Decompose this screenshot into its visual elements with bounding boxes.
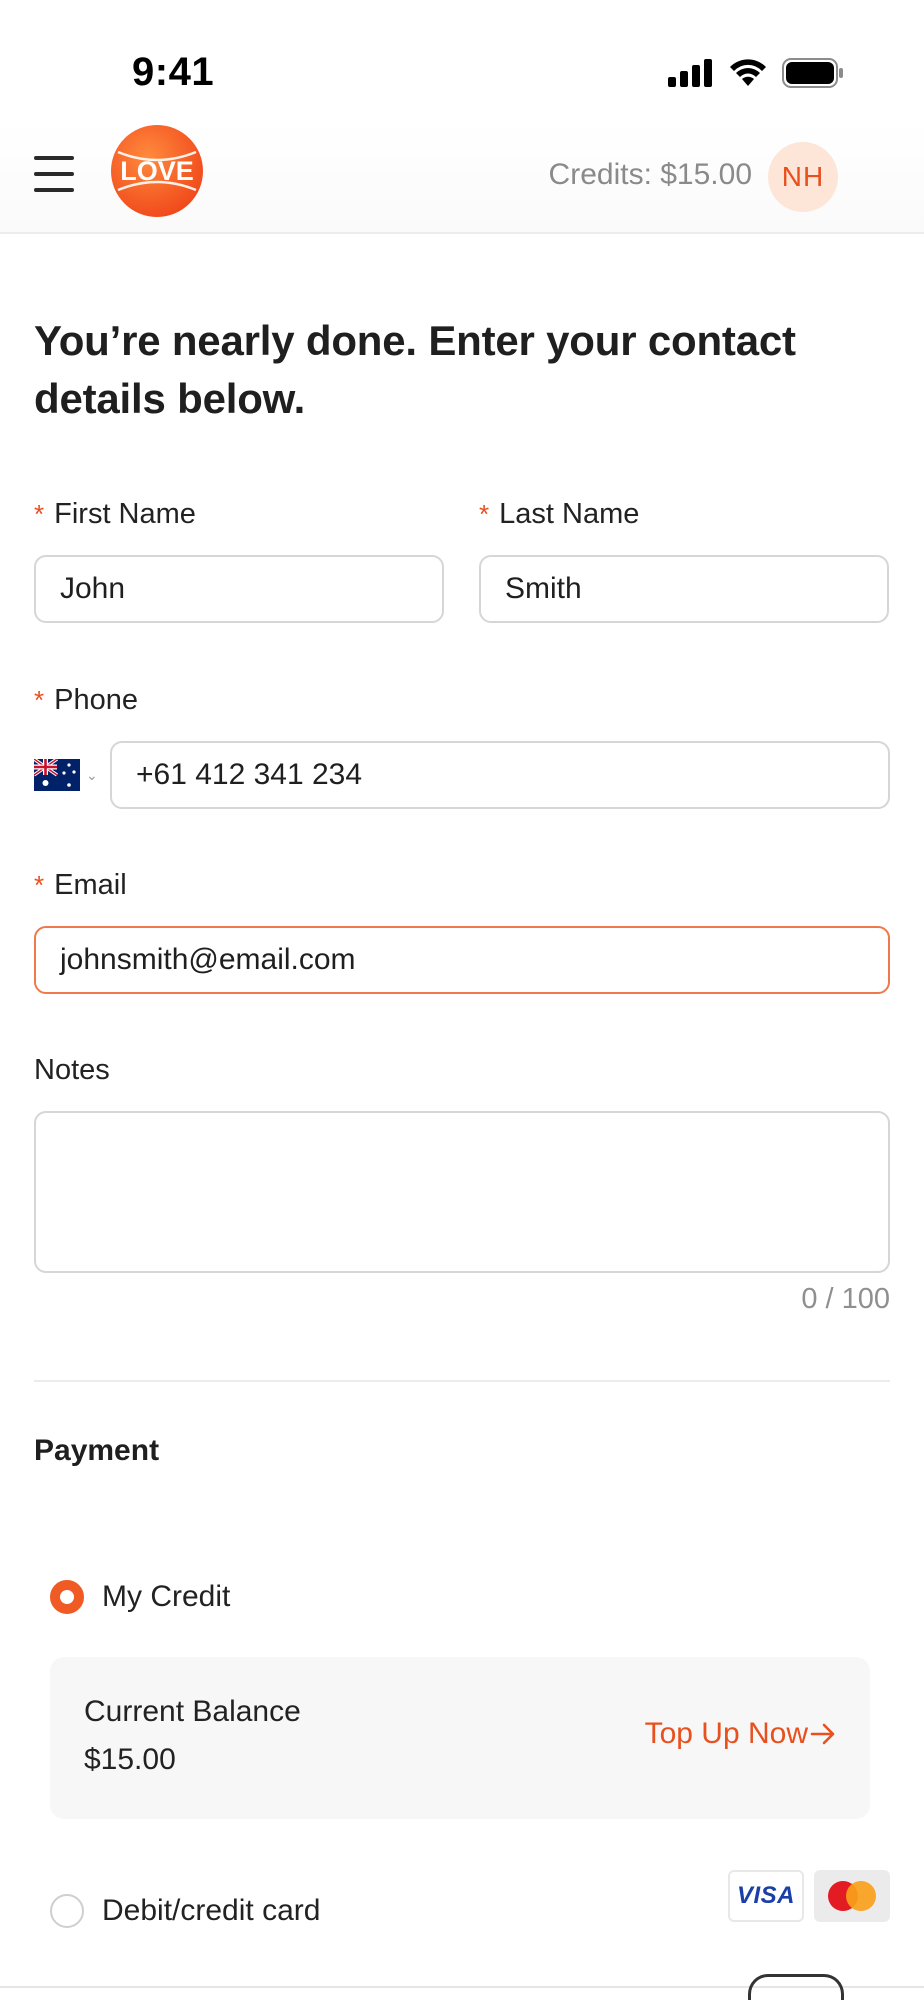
contact-form: You’re nearly done. Enter your contact d… bbox=[34, 234, 890, 1928]
phone-input[interactable]: +61 412 341 234 bbox=[110, 741, 890, 809]
menu-button[interactable] bbox=[34, 156, 74, 192]
balance-card: Current Balance $15.00 Top Up Now bbox=[50, 1657, 870, 1819]
required-mark: * bbox=[34, 685, 45, 715]
arrow-right-icon bbox=[810, 1723, 835, 1745]
svg-text:LOVE: LOVE bbox=[120, 156, 194, 186]
visa-icon: VISA bbox=[728, 1870, 804, 1922]
notes-char-counter: 0 / 100 bbox=[801, 1283, 890, 1315]
current-balance-label: Current Balance bbox=[84, 1695, 301, 1728]
page-title: You’re nearly done. Enter your contact d… bbox=[34, 317, 796, 422]
email-label: * Email bbox=[34, 869, 127, 901]
phone-group: * Phone ⌄ +61 412 341 234 bbox=[34, 684, 890, 809]
notes-group: Notes 0 / 100 bbox=[34, 1054, 890, 1316]
radio-unselected-icon[interactable] bbox=[50, 1894, 84, 1928]
status-icons bbox=[668, 58, 844, 88]
payment-option-card[interactable]: Debit/credit card bbox=[50, 1894, 320, 1928]
payment-option-my-credit[interactable]: My Credit bbox=[50, 1580, 230, 1614]
first-name-label: * First Name bbox=[34, 498, 196, 530]
radio-selected-icon[interactable] bbox=[50, 1580, 84, 1614]
status-bar: 9:41 bbox=[0, 0, 924, 120]
required-mark: * bbox=[479, 499, 490, 529]
top-up-now-link[interactable]: Top Up Now bbox=[645, 1717, 836, 1751]
first-name-input[interactable]: John bbox=[34, 555, 444, 623]
australia-flag-icon bbox=[34, 759, 80, 791]
country-code-select[interactable]: ⌄ bbox=[34, 741, 110, 809]
avatar[interactable]: NH bbox=[768, 142, 838, 212]
mastercard-icon bbox=[814, 1870, 890, 1922]
status-time: 9:41 bbox=[132, 50, 215, 94]
partial-bottom-button[interactable] bbox=[748, 1974, 844, 2000]
phone-label: * Phone bbox=[34, 684, 138, 716]
payment-option-label: Debit/credit card bbox=[102, 1894, 321, 1927]
menu-icon bbox=[34, 156, 74, 160]
app-header: LOVE Credits: $15.00 NH bbox=[0, 120, 924, 234]
notes-textarea[interactable] bbox=[34, 1111, 890, 1273]
payment-heading: Payment bbox=[34, 1434, 160, 1467]
last-name-label: * Last Name bbox=[479, 498, 640, 530]
last-name-input[interactable]: Smith bbox=[479, 555, 889, 623]
payment-option-label: My Credit bbox=[102, 1580, 231, 1613]
required-mark: * bbox=[34, 499, 45, 529]
notes-label: Notes bbox=[34, 1054, 110, 1086]
email-group: * Email johnsmith@email.com bbox=[34, 869, 890, 994]
current-balance-value: $15.00 bbox=[84, 1743, 176, 1776]
first-name-group: * First Name John bbox=[34, 498, 444, 623]
credits-balance: Credits: $15.00 bbox=[548, 158, 752, 191]
love-logo[interactable]: LOVE bbox=[110, 124, 204, 218]
required-mark: * bbox=[34, 870, 45, 900]
card-brand-icons: VISA bbox=[728, 1870, 890, 1922]
battery-icon bbox=[782, 58, 843, 88]
wifi-icon bbox=[730, 59, 766, 86]
last-name-group: * Last Name Smith bbox=[479, 498, 889, 623]
email-input[interactable]: johnsmith@email.com bbox=[34, 926, 890, 994]
section-divider bbox=[34, 1380, 890, 1382]
cellular-signal-icon bbox=[668, 59, 712, 87]
chevron-down-icon: ⌄ bbox=[86, 766, 98, 783]
